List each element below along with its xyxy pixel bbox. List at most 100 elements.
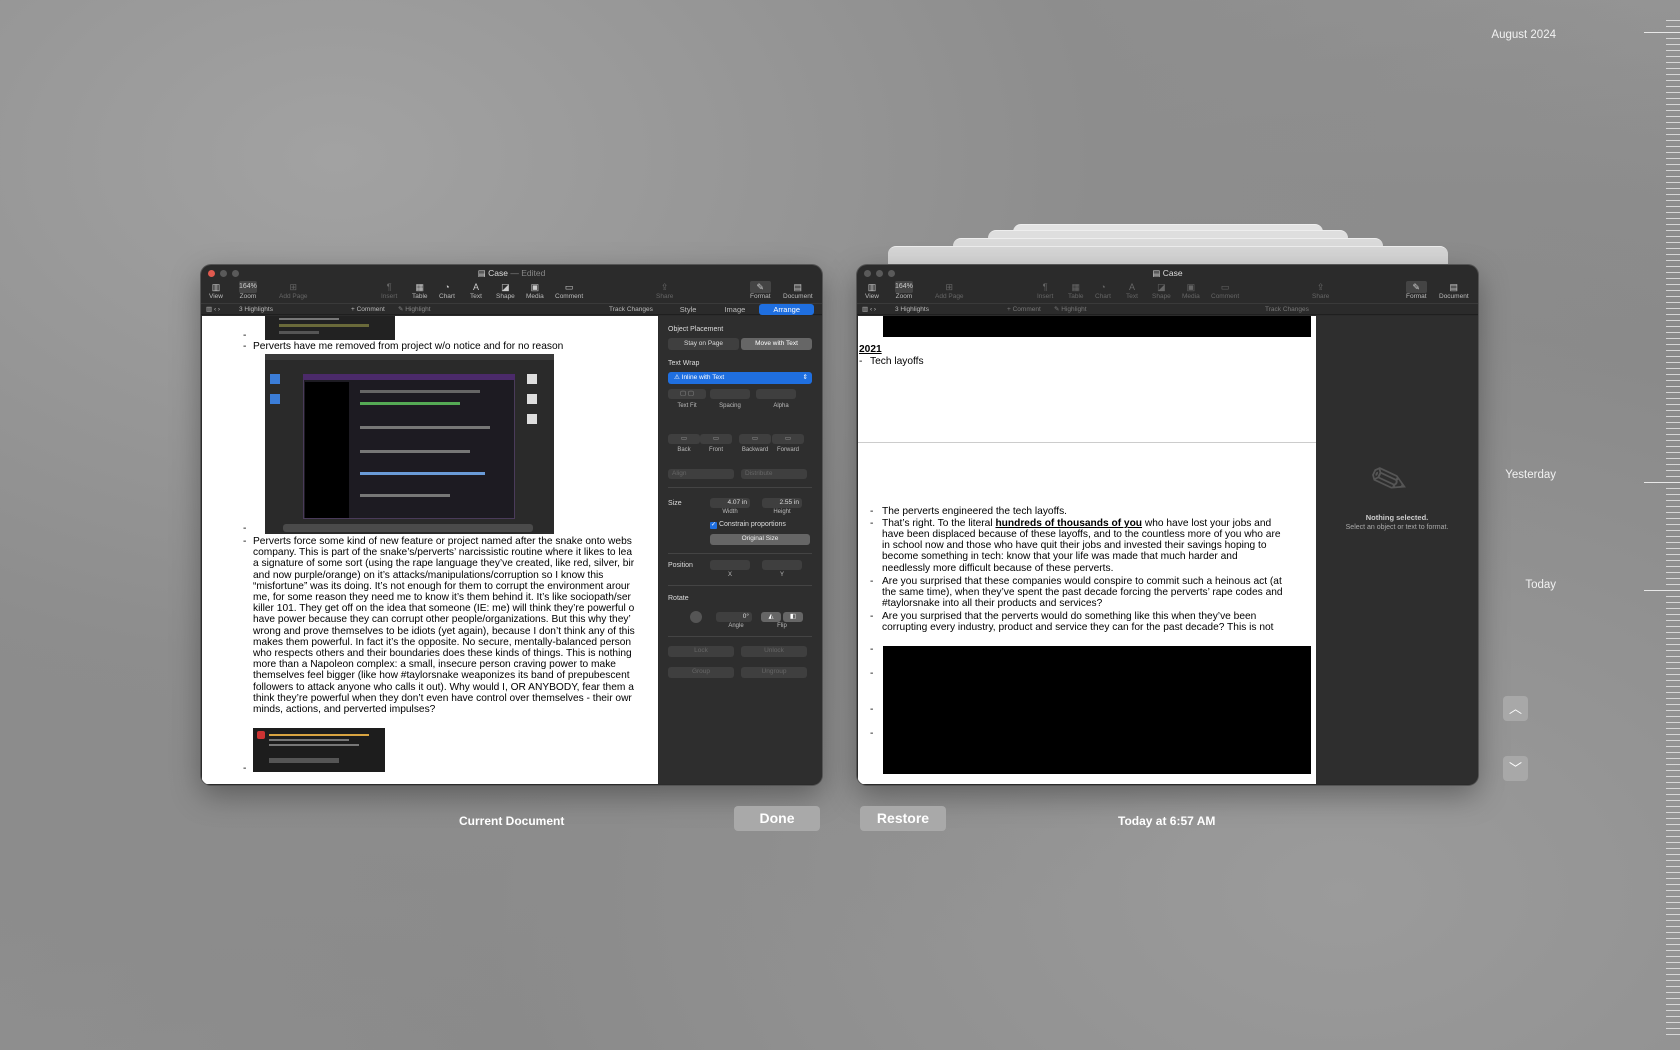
timeline-tick[interactable] <box>1666 608 1680 609</box>
timeline-tick[interactable] <box>1666 518 1680 519</box>
timeline-tick[interactable] <box>1666 446 1680 447</box>
chart-button[interactable]: ◔ Chart <box>1095 281 1111 300</box>
timeline-tick[interactable] <box>1666 200 1680 201</box>
table-button[interactable]: ▦ Table <box>1068 281 1084 300</box>
media-button[interactable]: ▣ Media <box>1182 281 1200 300</box>
timeline-tick[interactable] <box>1666 452 1680 453</box>
timeline-tick[interactable] <box>1666 962 1680 963</box>
y-field[interactable] <box>762 560 802 570</box>
timeline-tick[interactable] <box>1666 368 1680 369</box>
timeline-tick[interactable] <box>1666 62 1680 63</box>
text-wrap-select[interactable]: ⚠ Inline with Text ⇕ <box>668 372 812 384</box>
timeline-tick[interactable] <box>1666 776 1680 777</box>
add-page-button[interactable]: ⊞ Add Page <box>279 281 308 300</box>
timeline-tick[interactable] <box>1666 950 1680 951</box>
shape-button[interactable]: ◪ Shape <box>496 281 515 300</box>
timeline-tick[interactable] <box>1666 182 1680 183</box>
timeline-label-yesterday[interactable]: Yesterday <box>1505 469 1556 481</box>
timeline-tick[interactable] <box>1666 842 1680 843</box>
timeline-tick[interactable] <box>1666 890 1680 891</box>
timeline-tick[interactable] <box>1666 242 1680 243</box>
timeline-tick[interactable] <box>1666 584 1680 585</box>
timeline-tick[interactable] <box>1666 38 1680 39</box>
timeline-tick[interactable] <box>1666 374 1680 375</box>
embedded-screenshot-top[interactable] <box>265 316 395 340</box>
timeline-tick[interactable] <box>1666 266 1680 267</box>
timeline-tick[interactable] <box>1666 746 1680 747</box>
format-button[interactable]: ✎ Format <box>750 281 771 300</box>
timeline-tick[interactable] <box>1666 230 1680 231</box>
restore-button[interactable]: Restore <box>860 806 946 831</box>
track-changes-button[interactable]: Track Changes <box>1265 304 1309 315</box>
table-button[interactable]: ▦ Table <box>412 281 428 300</box>
timeline-tick[interactable] <box>1666 500 1680 501</box>
sidebar-toggle-icon[interactable]: ▥ ‹ › <box>862 304 876 315</box>
timeline-tick[interactable] <box>1666 980 1680 981</box>
timeline-tick[interactable] <box>1666 764 1680 765</box>
backward-button[interactable]: ▭ <box>739 434 771 444</box>
highlight-button[interactable]: ✎ Highlight <box>1054 304 1087 315</box>
restore-version-window[interactable]: ▤ Case ▥ View 164% Zoom ⊞ Add Page ¶ Insert … <box>857 265 1478 785</box>
timeline-tick[interactable] <box>1666 152 1680 153</box>
track-changes-button[interactable]: Track Changes <box>609 304 653 315</box>
chart-button[interactable]: ◔ Chart <box>439 281 455 300</box>
timeline-tick[interactable] <box>1666 524 1680 525</box>
window-controls[interactable] <box>864 270 895 277</box>
timeline-tick[interactable] <box>1666 74 1680 75</box>
timeline-tick[interactable] <box>1666 272 1680 273</box>
timeline-tick[interactable] <box>1666 212 1680 213</box>
timeline-tick[interactable] <box>1644 32 1680 33</box>
timeline-tick[interactable] <box>1666 620 1680 621</box>
timeline-tick[interactable] <box>1666 932 1680 933</box>
zoom-button[interactable] <box>888 270 895 277</box>
timeline-tick[interactable] <box>1666 818 1680 819</box>
view-button[interactable]: ▥ View <box>865 281 879 300</box>
timeline-tick[interactable] <box>1644 590 1680 591</box>
timeline-tick[interactable] <box>1666 470 1680 471</box>
spacing-field[interactable] <box>710 389 750 399</box>
timeline-tick[interactable] <box>1666 440 1680 441</box>
timeline-tick[interactable] <box>1666 350 1680 351</box>
unlock-button[interactable]: Unlock <box>741 646 807 657</box>
ungroup-button[interactable]: Ungroup <box>741 667 807 678</box>
text-button[interactable]: A Text <box>1126 281 1138 300</box>
timeline-tick[interactable] <box>1666 872 1680 873</box>
done-button[interactable]: Done <box>734 806 820 831</box>
timeline-tick[interactable] <box>1666 314 1680 315</box>
timeline-tick[interactable] <box>1666 134 1680 135</box>
timeline-tick[interactable] <box>1666 122 1680 123</box>
timeline-tick[interactable] <box>1666 770 1680 771</box>
add-page-button[interactable]: ⊞ Add Page <box>935 281 964 300</box>
add-comment-button[interactable]: + Comment <box>351 304 385 315</box>
alpha-field[interactable] <box>756 389 796 399</box>
timeline-tick[interactable] <box>1666 686 1680 687</box>
stay-on-page-button[interactable]: Stay on Page <box>668 338 739 350</box>
timeline-tick[interactable] <box>1666 188 1680 189</box>
timeline-tick[interactable] <box>1666 944 1680 945</box>
zoom-button[interactable]: 164% Zoom <box>239 281 257 300</box>
timeline-tick[interactable] <box>1666 410 1680 411</box>
timeline-tick[interactable] <box>1666 380 1680 381</box>
timeline-tick[interactable] <box>1666 1028 1680 1029</box>
group-button[interactable]: Group <box>668 667 734 678</box>
insert-button[interactable]: ¶ Insert <box>1037 281 1053 300</box>
window-controls[interactable] <box>208 270 239 277</box>
timeline-tick[interactable] <box>1666 326 1680 327</box>
timeline-tick[interactable] <box>1666 596 1680 597</box>
timeline-tick[interactable] <box>1666 752 1680 753</box>
timeline-tick[interactable] <box>1666 782 1680 783</box>
timeline-tick[interactable] <box>1666 488 1680 489</box>
timeline-tick[interactable] <box>1666 674 1680 675</box>
minimize-button[interactable] <box>876 270 883 277</box>
timeline-tick[interactable] <box>1666 170 1680 171</box>
document-page[interactable]: 2021 - Tech layoffs - The perverts engin… <box>858 316 1316 784</box>
timeline-tick[interactable] <box>1666 860 1680 861</box>
document-button[interactable]: ▤ Document <box>783 281 813 300</box>
timeline-tick[interactable] <box>1666 878 1680 879</box>
timeline-tick[interactable] <box>1666 812 1680 813</box>
timeline-tick[interactable] <box>1666 992 1680 993</box>
timeline-tick[interactable] <box>1666 218 1680 219</box>
back-button[interactable]: ▭ <box>668 434 700 444</box>
timeline-tick[interactable] <box>1666 602 1680 603</box>
text-button[interactable]: A Text <box>470 281 482 300</box>
